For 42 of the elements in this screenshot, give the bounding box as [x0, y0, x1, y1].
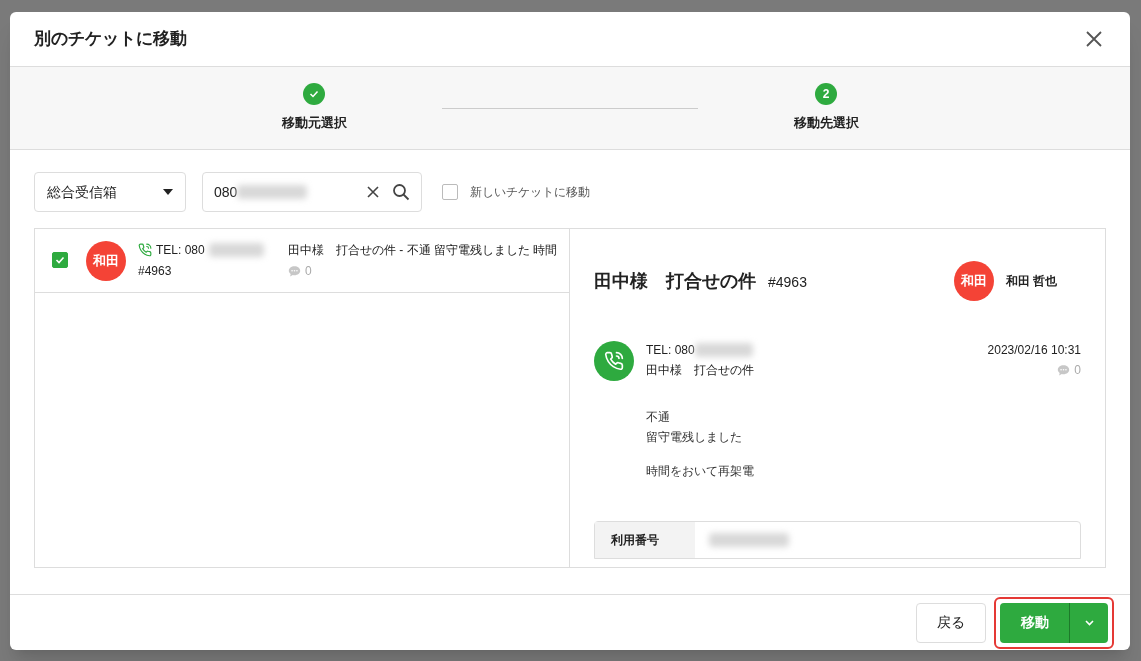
- phone-icon: [604, 351, 624, 371]
- redacted-text: [237, 185, 308, 199]
- checkbox[interactable]: [52, 252, 68, 268]
- timestamp: 2023/02/16 10:31: [987, 342, 1081, 359]
- checkbox[interactable]: [442, 184, 458, 200]
- chevron-down-icon: [1084, 619, 1094, 626]
- avatar: 和田: [953, 261, 994, 301]
- dialog-title: 別のチケットに移動: [34, 28, 187, 51]
- comment-count: 0: [305, 263, 312, 280]
- message-line: 時間をおいて再架電: [646, 463, 755, 480]
- message-subject: 田中様 打合せの件: [646, 362, 754, 379]
- field-label: 利用番号: [595, 522, 695, 558]
- check-icon: [309, 89, 319, 99]
- redacted-text: [208, 243, 264, 257]
- step-number: 2: [815, 83, 837, 105]
- check-icon: [55, 255, 65, 265]
- search-field[interactable]: 080: [202, 172, 422, 212]
- redacted-text: [694, 343, 753, 357]
- avatar: 和田: [86, 241, 126, 281]
- assignee-name: 和田 哲也: [1005, 273, 1057, 290]
- phone-icon: [138, 243, 152, 257]
- checkbox-label: 新しいチケットに移動: [470, 184, 590, 201]
- caret-icon: [163, 189, 173, 195]
- ticket-number: #4963: [768, 272, 807, 292]
- ticket-row[interactable]: 和田 TEL: 080 #4963 田中様 打合せの件 - 不通 留守電残しました 時間 0: [35, 229, 569, 293]
- message-line: 留守電残しました: [646, 429, 743, 446]
- ticket-title: 田中様 打合せの件: [594, 269, 756, 293]
- step-label: 移動元選択: [281, 114, 347, 132]
- ticket-subject: 田中様 打合せの件 - 不通 留守電残しました 時間: [288, 242, 558, 259]
- clear-icon[interactable]: [367, 186, 379, 198]
- step-label: 移動先選択: [793, 114, 859, 132]
- close-icon: [1085, 30, 1103, 48]
- phone-number: TEL: 080: [646, 342, 695, 359]
- comment-icon: [1057, 363, 1071, 377]
- phone-number: TEL: 080: [156, 242, 205, 259]
- message-line: 不通: [646, 409, 671, 426]
- comment-icon: [288, 264, 301, 278]
- back-button[interactable]: 戻る: [916, 602, 986, 643]
- inbox-dropdown[interactable]: 総合受信箱: [34, 172, 186, 212]
- ticket-number: #4963: [138, 263, 173, 280]
- search-icon[interactable]: [392, 183, 410, 201]
- comment-count: 0: [1074, 362, 1081, 379]
